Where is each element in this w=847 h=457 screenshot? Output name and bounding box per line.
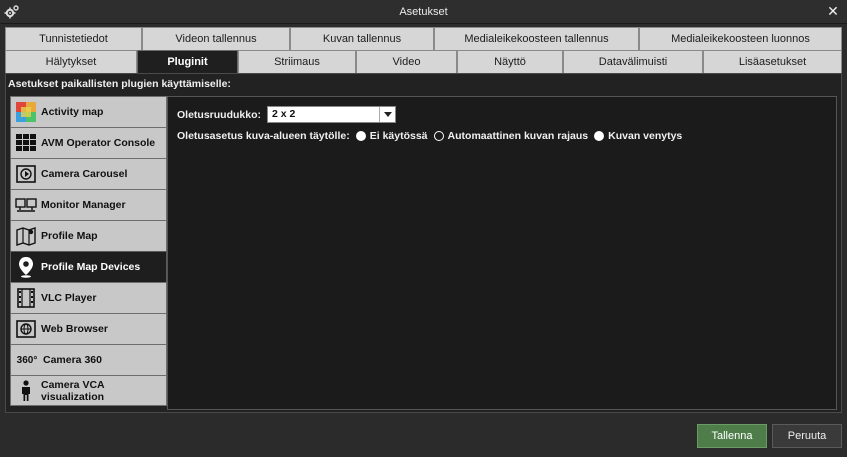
tab-media-clip-recording[interactable]: Medialeikekoosteen tallennus — [434, 27, 639, 50]
radio-fill-stretch[interactable]: Kuvan venytys — [594, 130, 682, 142]
fill-setting-row: Oletusasetus kuva-alueen täytölle: Ei kä… — [177, 130, 682, 142]
plugin-label: Profile Map — [41, 230, 98, 242]
plugin-item-web-browser[interactable]: Web Browser — [10, 313, 167, 344]
plugin-label: Activity map — [41, 106, 104, 118]
tab-media-clip-draft[interactable]: Medialeikekoosteen luonnos — [639, 27, 842, 50]
plugin-label: AVM Operator Console — [41, 137, 156, 149]
plugin-label: Web Browser — [41, 323, 108, 335]
person-icon — [15, 379, 37, 402]
radio-label: Automaattinen kuvan rajaus — [447, 130, 589, 142]
cancel-button[interactable]: Peruuta — [772, 424, 842, 448]
plugin-item-camera-vca-visualization[interactable]: Camera VCA visualization — [10, 375, 167, 406]
plugin-item-avm-operator-console[interactable]: AVM Operator Console — [10, 127, 167, 158]
monitor-icon — [15, 194, 37, 216]
title-bar: Asetukset ✕ — [0, 0, 847, 24]
plugin-label: Profile Map Devices — [41, 261, 141, 273]
plugin-label: Camera Carousel — [41, 168, 128, 180]
grid-setting-row: Oletusruudukko: 2 x 2 — [177, 106, 397, 123]
tab-alarms[interactable]: Hälytykset — [5, 50, 137, 73]
plugin-item-camera-360[interactable]: 360° Camera 360 — [10, 344, 167, 375]
fill-mode-label: Oletusasetus kuva-alueen täytölle: — [177, 130, 350, 142]
plugin-item-vlc-player[interactable]: VLC Player — [10, 282, 167, 313]
plugin-label: Monitor Manager — [41, 199, 126, 211]
radio-fill-disabled[interactable]: Ei käytössä — [355, 130, 428, 142]
camera-360-icon: 360° — [16, 354, 38, 366]
plugin-item-activity-map[interactable]: Activity map — [10, 96, 167, 127]
save-button[interactable]: Tallenna — [697, 424, 767, 448]
panel-caption: Asetukset paikallisten plugien käyttämis… — [8, 78, 231, 90]
radio-indicator — [433, 131, 444, 141]
radio-indicator — [355, 131, 366, 141]
plugin-item-camera-carousel[interactable]: Camera Carousel — [10, 158, 167, 189]
default-grid-select[interactable]: 2 x 2 — [267, 106, 397, 123]
globe-icon — [15, 318, 37, 340]
tab-streaming[interactable]: Striimaus — [238, 50, 356, 73]
tab-data-cache[interactable]: Datavälimuisti — [563, 50, 703, 73]
film-icon — [15, 287, 37, 309]
tab-image-recording[interactable]: Kuvan tallennus — [290, 27, 434, 50]
plugin-label: Camera 360 — [43, 354, 102, 366]
default-grid-value: 2 x 2 — [272, 108, 296, 120]
tab-display[interactable]: Näyttö — [457, 50, 563, 73]
close-icon[interactable]: ✕ — [825, 3, 841, 19]
chevron-down-icon — [379, 107, 395, 122]
tab-video[interactable]: Video — [356, 50, 457, 73]
camera-carousel-icon — [15, 163, 37, 185]
radio-indicator — [594, 131, 605, 141]
map-icon — [15, 225, 37, 247]
tab-advanced[interactable]: Lisäasetukset — [703, 50, 842, 73]
tab-row-1: Tunnistetiedot Videon tallennus Kuvan ta… — [5, 27, 842, 50]
radio-label: Ei käytössä — [369, 130, 428, 142]
plugins-panel: Asetukset paikallisten plugien käyttämis… — [5, 73, 842, 413]
plugin-item-profile-map[interactable]: Profile Map — [10, 220, 167, 251]
default-grid-label: Oletusruudukko: — [177, 108, 262, 121]
tab-identification[interactable]: Tunnistetiedot — [5, 27, 142, 50]
radio-fill-auto-crop[interactable]: Automaattinen kuvan rajaus — [433, 130, 589, 142]
tab-plugins[interactable]: Pluginit — [137, 50, 238, 73]
plugin-label: VLC Player — [41, 292, 97, 304]
plugin-label: Camera VCA visualization — [41, 378, 105, 403]
map-pin-icon — [15, 256, 37, 278]
tab-video-recording[interactable]: Videon tallennus — [142, 27, 290, 50]
plugin-item-profile-map-devices[interactable]: Profile Map Devices — [10, 251, 167, 282]
activity-map-icon — [15, 101, 37, 123]
window-title: Asetukset — [399, 6, 448, 18]
plugin-list: Activity map AVM Operator Console Camera… — [10, 96, 167, 406]
plugin-item-monitor-manager[interactable]: Monitor Manager — [10, 189, 167, 220]
radio-label: Kuvan venytys — [608, 130, 683, 142]
plugin-settings-content: Oletusruudukko: 2 x 2 Oletusasetus kuva-… — [167, 96, 837, 410]
video-wall-icon — [15, 132, 37, 154]
tab-row-2: Hälytykset Pluginit Striimaus Video Näyt… — [5, 50, 842, 73]
